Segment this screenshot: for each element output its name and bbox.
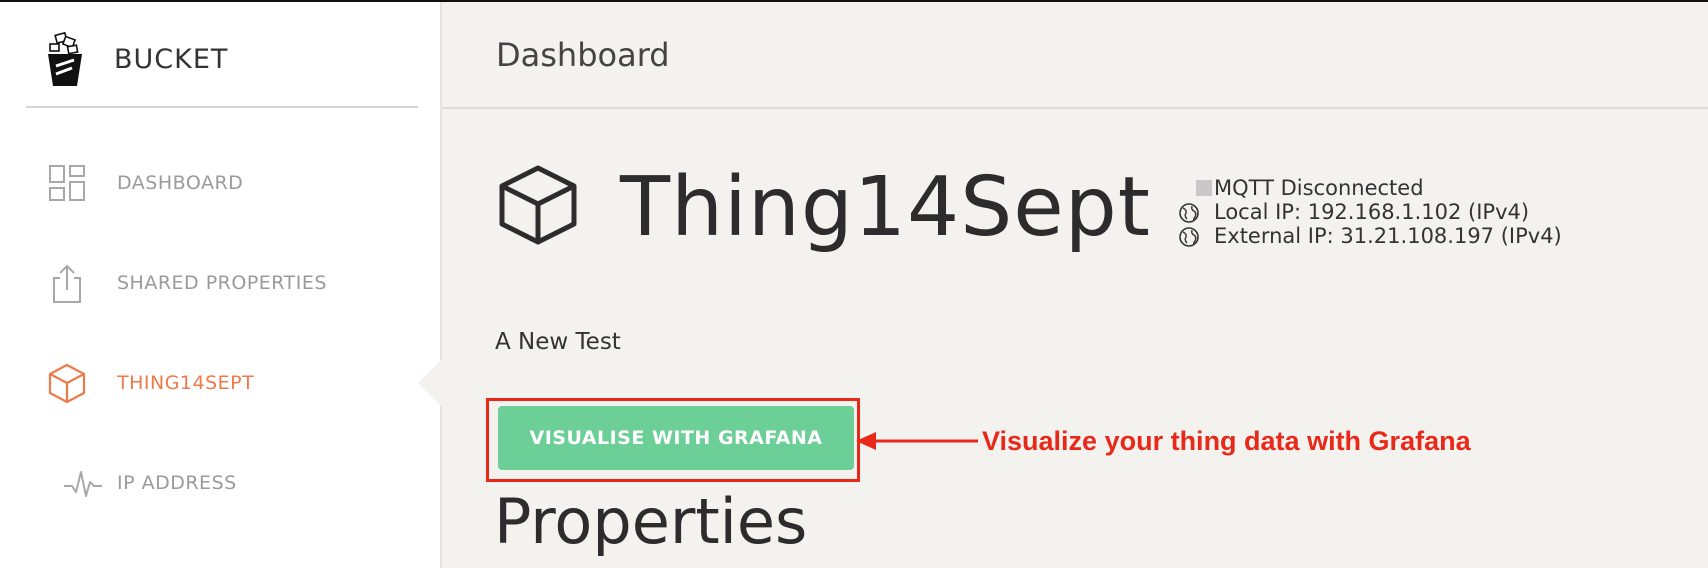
globe-icon [1179, 203, 1199, 223]
sidebar-item-label: THING14SEPT [117, 372, 255, 394]
sidebar: BUCKET DASHBOARD SHARED PROPERTIES THING… [0, 2, 440, 568]
sidebar-item-label: DASHBOARD [117, 172, 244, 194]
brand-title: BUCKET [114, 44, 229, 75]
status-indicator [1196, 180, 1212, 196]
brand[interactable]: BUCKET [44, 30, 227, 90]
page-header: Dashboard [442, 2, 1708, 109]
sidebar-item-label: IP ADDRESS [117, 472, 237, 494]
external-ip: External IP: 31.21.108.197 (IPv4) [1214, 224, 1562, 248]
cube-icon [48, 363, 86, 404]
sidebar-item-shared-properties[interactable]: SHARED PROPERTIES [0, 248, 440, 318]
local-ip-row: Local IP: 192.168.1.102 (IPv4) [1178, 200, 1562, 224]
brand-divider [26, 106, 418, 108]
bucket-logo-icon [48, 32, 82, 86]
visualise-with-grafana-button[interactable]: VISUALISE WITH GRAFANA [498, 406, 854, 470]
mqtt-status-row: MQTT Disconnected [1178, 176, 1562, 200]
globe-icon [1179, 227, 1199, 247]
annotation-arrow-icon [856, 432, 978, 450]
connection-status: MQTT Disconnected Local IP: 192.168.1.10… [1178, 176, 1562, 248]
active-item-pointer [418, 359, 442, 407]
main-content: Dashboard Thing14Sept MQTT Disconnected … [418, 2, 1708, 568]
thing-name: Thing14Sept [620, 160, 1151, 255]
page-title: Dashboard [496, 36, 670, 74]
pulse-icon [64, 471, 102, 497]
share-upload-icon [53, 264, 81, 303]
cube-icon [499, 165, 577, 245]
sidebar-item-dashboard[interactable]: DASHBOARD [0, 148, 440, 218]
sidebar-item-thing14sept[interactable]: THING14SEPT [0, 348, 440, 418]
mqtt-status: MQTT Disconnected [1214, 176, 1424, 200]
local-ip: Local IP: 192.168.1.102 (IPv4) [1214, 200, 1530, 224]
thing-description: A New Test [495, 329, 621, 355]
annotation-text: Visualize your thing data with Grafana [982, 426, 1471, 456]
sidebar-item-label: SHARED PROPERTIES [117, 272, 327, 294]
dashboard-grid-icon [49, 165, 85, 201]
sidebar-item-ip-address[interactable]: IP ADDRESS [0, 448, 440, 518]
external-ip-row: External IP: 31.21.108.197 (IPv4) [1178, 224, 1562, 248]
properties-section-title: Properties [494, 485, 808, 558]
